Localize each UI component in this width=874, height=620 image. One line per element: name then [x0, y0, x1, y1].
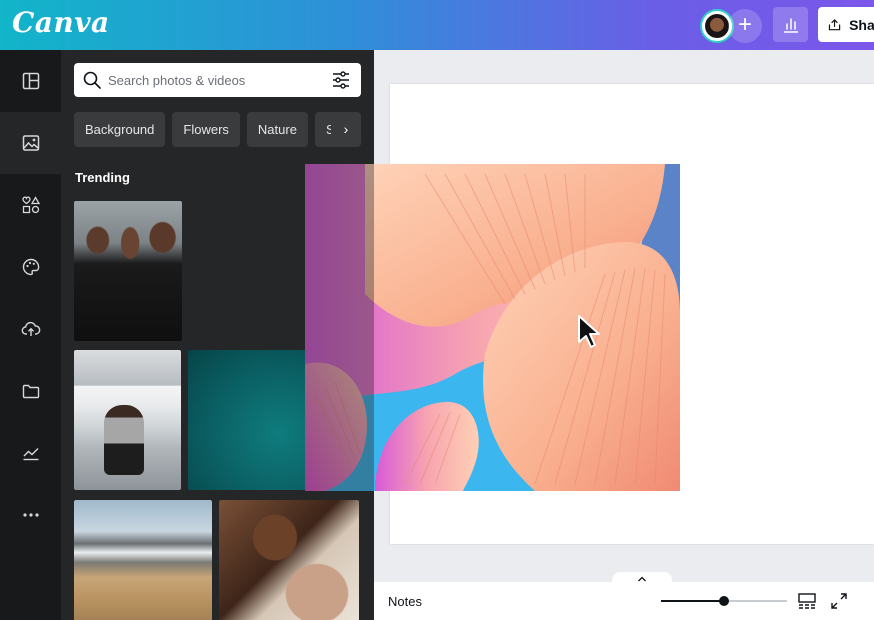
- chip-flowers[interactable]: Flowers: [172, 112, 240, 147]
- line-chart-icon: [23, 448, 38, 461]
- chevron-right-icon: ›: [343, 121, 349, 137]
- bar-chart-icon: [783, 17, 798, 33]
- category-chips: BackgroundFlowersNatureSur: [74, 112, 361, 147]
- zoom-slider-fill: [661, 600, 724, 602]
- sidebar-item-elements[interactable]: [0, 174, 61, 236]
- share-button[interactable]: Share: [818, 7, 874, 42]
- photo-subject: [104, 405, 144, 475]
- photo-thumbnail[interactable]: [188, 350, 318, 490]
- search-box: [74, 63, 361, 97]
- upload-icon: [828, 18, 841, 30]
- search-icon: [83, 71, 101, 89]
- chips-next-button[interactable]: ›: [331, 112, 361, 147]
- section-title-trending: Trending: [75, 170, 130, 185]
- insights-button[interactable]: [773, 7, 808, 42]
- search-input[interactable]: [108, 63, 323, 97]
- folder-icon: [22, 384, 39, 399]
- layout-icon: [22, 72, 39, 90]
- top-toolbar: Canva + Share: [0, 0, 874, 50]
- more-icon: [22, 513, 39, 517]
- shapes-icon: [21, 196, 40, 214]
- sidebar-item-photos[interactable]: [0, 112, 61, 174]
- sidebar-item-more[interactable]: [0, 484, 61, 546]
- filter-icon[interactable]: [331, 71, 351, 89]
- sidebar-item-uploads[interactable]: [0, 298, 61, 360]
- photo-thumbnail[interactable]: [74, 500, 212, 620]
- sidebar-item-projects[interactable]: [0, 360, 61, 422]
- photo-thumbnail[interactable]: [219, 500, 359, 620]
- notes-button[interactable]: Notes: [388, 594, 422, 609]
- fullscreen-icon[interactable]: [830, 592, 848, 610]
- chip-nature[interactable]: Nature: [246, 112, 308, 147]
- photo-thumbnail[interactable]: [74, 201, 182, 341]
- grid-view-icon[interactable]: [797, 592, 817, 610]
- palette-icon: [22, 258, 39, 276]
- drag-overlap-shade: [305, 164, 374, 491]
- canva-logo[interactable]: Canva: [12, 6, 110, 39]
- sidebar-item-templates[interactable]: [0, 50, 61, 112]
- cursor-arrow-icon: [578, 315, 600, 348]
- cloud-upload-icon: [21, 321, 40, 336]
- zoom-slider-handle[interactable]: [719, 596, 729, 606]
- photo-thumbnail[interactable]: [74, 350, 181, 490]
- sidebar-item-brand[interactable]: [0, 236, 61, 298]
- image-icon: [22, 135, 39, 151]
- add-collaborator-button[interactable]: +: [728, 9, 762, 43]
- sidebar-item-charts[interactable]: [0, 422, 61, 484]
- sidebar-rail: [0, 50, 61, 620]
- plus-icon: +: [737, 11, 752, 38]
- avatar-photo: [705, 14, 729, 38]
- share-label: Share: [849, 16, 874, 33]
- bottom-bar: Notes: [374, 582, 874, 620]
- chip-background[interactable]: Background: [74, 112, 166, 147]
